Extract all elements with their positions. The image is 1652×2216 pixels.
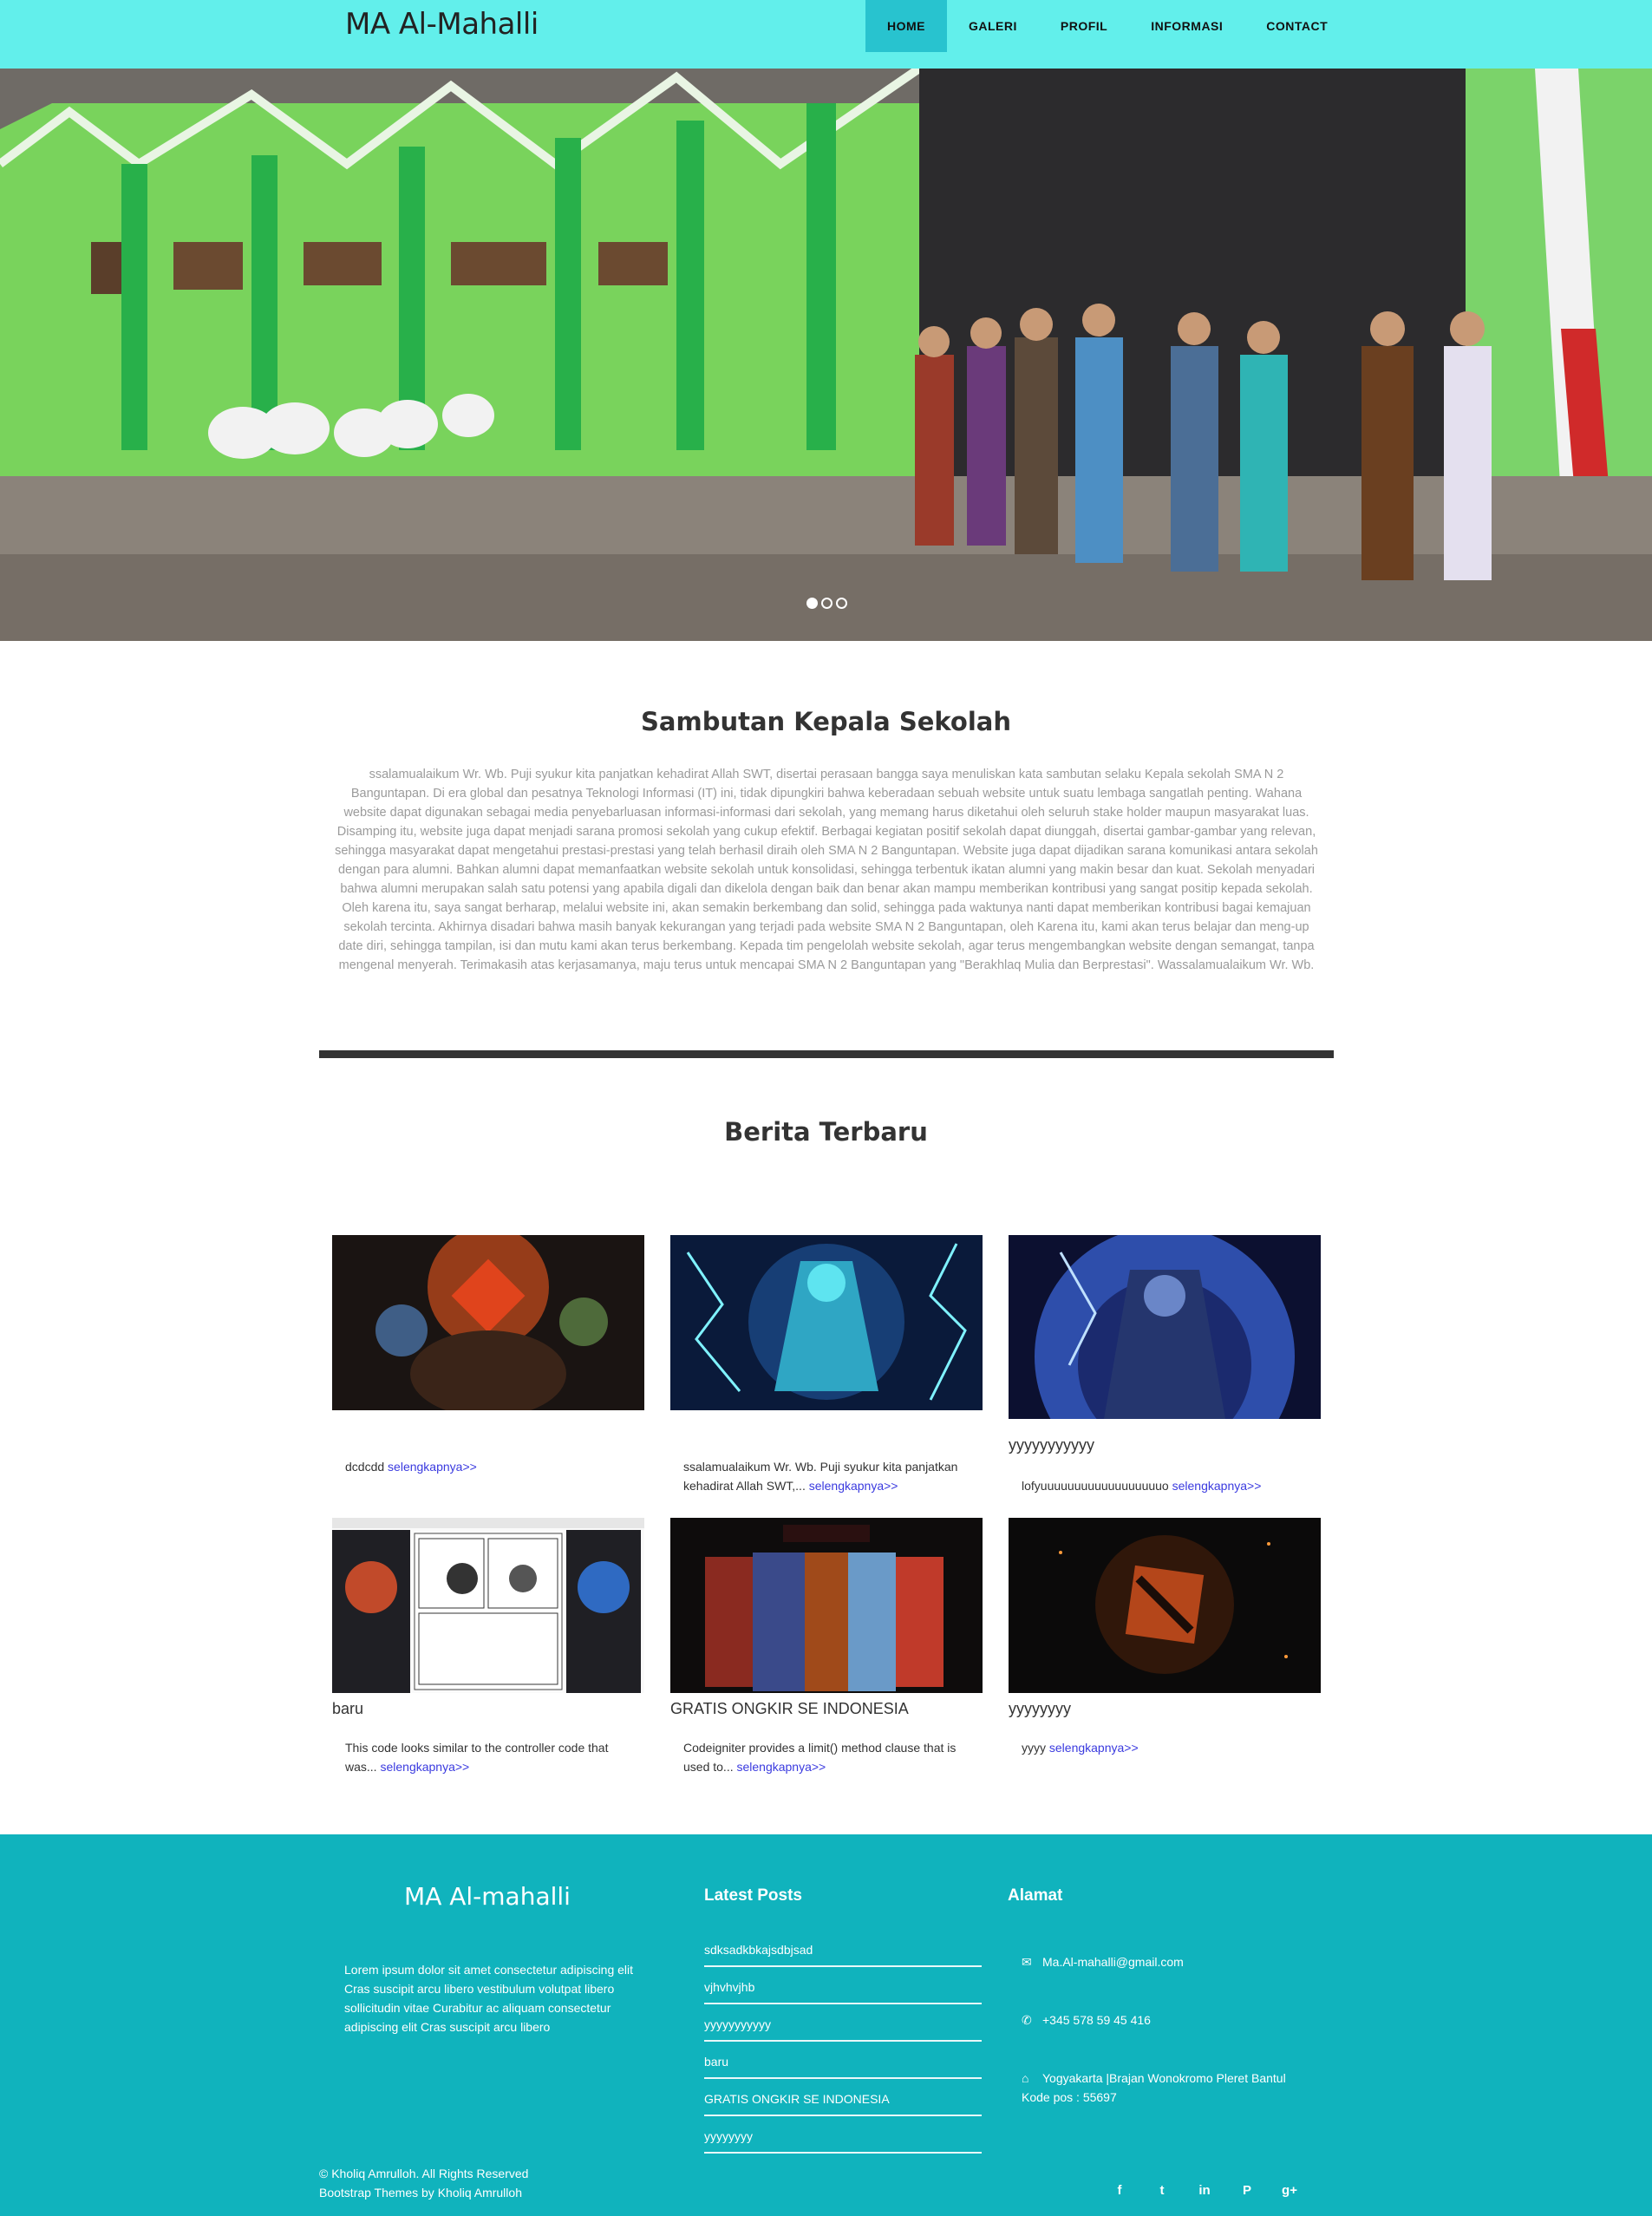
news-image[interactable] <box>332 1518 644 1693</box>
pinterest-icon[interactable]: P <box>1237 2181 1257 2200</box>
nav-contact[interactable]: CONTACT <box>1244 0 1349 52</box>
footer-brand: MA Al-mahalli <box>404 1882 571 1911</box>
news-excerpt: ssalamualaikum Wr. Wb. Puji syukur kita … <box>683 1460 958 1493</box>
news-card[interactable]: yyyyyyyyyyy lofyuuuuuuuuuuuuuuuuuuo sele… <box>1009 1235 1321 1495</box>
read-more-link[interactable]: selengkapnya>> <box>809 1479 898 1493</box>
news-card[interactable]: GRATIS ONGKIR SE INDONESIA Codeigniter p… <box>670 1518 983 1778</box>
news-excerpt: yyyy selengkapnya>> <box>1022 1741 1139 1755</box>
copyright: © Kholiq Amrulloh. All Rights Reserved Bo… <box>319 2167 529 2200</box>
hero-carousel[interactable] <box>0 69 1652 641</box>
carousel-dot-1[interactable] <box>806 598 818 609</box>
social-links: f t in P g+ <box>1110 2181 1299 2200</box>
nav-informasi[interactable]: INFORMASI <box>1129 0 1244 52</box>
news-excerpt: Codeigniter provides a limit() method cl… <box>683 1741 957 1774</box>
latest-posts-heading: Latest Posts <box>704 1886 802 1905</box>
phone-icon: ✆ <box>1022 2013 1032 2027</box>
news-card[interactable]: dcdcdd selengkapnya>> <box>332 1235 644 1487</box>
nav-galeri[interactable]: GALERI <box>947 0 1039 52</box>
news-image[interactable] <box>670 1235 983 1410</box>
nav-profil[interactable]: PROFIL <box>1039 0 1129 52</box>
carousel-indicators <box>806 598 847 609</box>
address-heading: Alamat <box>1008 1886 1063 1905</box>
news-item-title[interactable]: yyyyyyyyyyy <box>1009 1436 1094 1454</box>
hero-image <box>0 69 1652 641</box>
nav-home[interactable]: HOME <box>865 0 947 52</box>
welcome-title: Sambutan Kepala Sekolah <box>641 707 1011 736</box>
site-brand[interactable]: MA Al-Mahalli <box>345 7 539 42</box>
news-image[interactable] <box>1009 1235 1321 1419</box>
news-card[interactable]: yyyyyyyy yyyy selengkapnya>> <box>1009 1518 1321 1778</box>
facebook-icon[interactable]: f <box>1110 2181 1129 2200</box>
read-more-link[interactable]: selengkapnya>> <box>388 1460 477 1474</box>
latest-post-link[interactable]: yyyyyyyy <box>704 2116 982 2154</box>
news-item-title[interactable]: GRATIS ONGKIR SE INDONESIA <box>670 1700 909 1718</box>
address-phone: ✆ +345 578 59 45 416 <box>1022 2010 1151 2030</box>
google-plus-icon[interactable]: g+ <box>1280 2181 1299 2200</box>
news-title: Berita Terbaru <box>724 1117 928 1147</box>
news-excerpt: lofyuuuuuuuuuuuuuuuuuuo selengkapnya>> <box>1022 1479 1262 1493</box>
address-email: ✉ Ma.Al-mahalli@gmail.com <box>1022 1952 1184 1971</box>
latest-post-link[interactable]: GRATIS ONGKIR SE INDONESIA <box>704 2079 982 2116</box>
footer: MA Al-mahalli Lorem ipsum dolor sit amet… <box>0 1834 1652 2216</box>
read-more-link[interactable]: selengkapnya>> <box>1049 1741 1139 1755</box>
carousel-dot-2[interactable] <box>821 598 833 609</box>
latest-posts-list: sdksadkbkajsdbjsad vjhvhvjhb yyyyyyyyyyy… <box>704 1930 982 2154</box>
news-item-title[interactable]: baru <box>332 1700 363 1718</box>
news-card[interactable]: ssalamualaikum Wr. Wb. Puji syukur kita … <box>670 1235 983 1495</box>
twitter-icon[interactable]: t <box>1152 2181 1172 2200</box>
home-icon: ⌂ <box>1022 2071 1029 2085</box>
main-nav: HOME GALERI PROFIL INFORMASI CONTACT <box>865 0 1349 52</box>
news-card[interactable]: baru This code looks similar to the cont… <box>332 1518 644 1778</box>
news-excerpt: This code looks similar to the controlle… <box>345 1741 609 1774</box>
latest-post-link[interactable]: sdksadkbkajsdbjsad <box>704 1930 982 1967</box>
news-image[interactable] <box>670 1518 983 1693</box>
latest-post-link[interactable]: yyyyyyyyyyy <box>704 2004 982 2042</box>
address-location: ⌂ Yogyakarta |Brajan Wonokromo Pleret Ban… <box>1022 2069 1286 2107</box>
envelope-icon: ✉ <box>1022 1955 1032 1969</box>
news-image[interactable] <box>332 1235 644 1410</box>
linkedin-icon[interactable]: in <box>1195 2181 1214 2200</box>
read-more-link[interactable]: selengkapnya>> <box>1172 1479 1262 1493</box>
latest-post-link[interactable]: vjhvhvjhb <box>704 1967 982 2004</box>
read-more-link[interactable]: selengkapnya>> <box>736 1760 826 1774</box>
news-image[interactable] <box>1009 1518 1321 1693</box>
news-excerpt: dcdcdd selengkapnya>> <box>345 1460 477 1474</box>
footer-about-text: Lorem ipsum dolor sit amet consectetur a… <box>344 1963 634 2034</box>
section-divider <box>319 1050 1334 1058</box>
carousel-dot-3[interactable] <box>836 598 847 609</box>
welcome-text: ssalamualaikum Wr. Wb. Puji syukur kita … <box>335 768 1318 972</box>
navbar: MA Al-Mahalli HOME GALERI PROFIL INFORMA… <box>0 0 1652 69</box>
news-item-title[interactable]: yyyyyyyy <box>1009 1700 1071 1718</box>
read-more-link[interactable]: selengkapnya>> <box>380 1760 469 1774</box>
latest-post-link[interactable]: baru <box>704 2042 982 2079</box>
